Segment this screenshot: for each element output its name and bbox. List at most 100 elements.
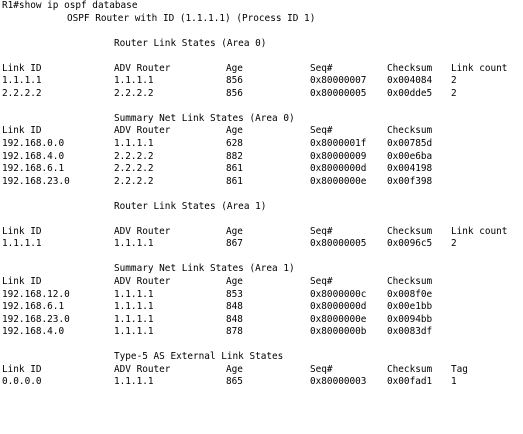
table-cell: 0x0096c5 xyxy=(387,238,433,250)
table-cell: 1.1.1.1 xyxy=(114,301,154,313)
table-cell: 192.168.6.1 xyxy=(2,163,65,175)
table-cell: 192.168.4.0 xyxy=(2,326,65,338)
table-row: 0.0.0.0 1.1.1.1 865 0x80000003 0x00fad1 1 xyxy=(2,376,523,389)
table-cell: 878 xyxy=(226,326,243,338)
column-header-row: Link ID ADV Router Age Seq# Checksum xyxy=(2,276,523,289)
table-cell: 0x8000000d xyxy=(310,163,367,175)
column-header: Age xyxy=(226,62,243,74)
table-cell: 192.168.23.0 xyxy=(2,175,70,187)
section-title-line: Router Link States (Area 0) xyxy=(2,38,523,51)
table-cell: 1.1.1.1 xyxy=(114,288,154,300)
table-cell: 0x8000000e xyxy=(310,313,367,325)
table-cell: 1.1.1.1 xyxy=(2,75,42,87)
table-cell: 0x8000000e xyxy=(310,175,367,187)
column-header: Link ID xyxy=(2,62,42,74)
column-header-row: Link ID ADV Router Age Seq# Checksum Tag xyxy=(2,364,523,377)
column-header: Link count xyxy=(451,225,508,237)
lsa-section: Router Link States (Area 0) Link ID ADV Ro… xyxy=(2,25,523,100)
column-header: ADV Router xyxy=(114,125,171,137)
column-header: Checksum xyxy=(387,62,433,74)
table-cell: 0x00dde5 xyxy=(387,87,433,99)
table-row: 1.1.1.1 1.1.1.1 856 0x80000007 0x004084 2 xyxy=(2,75,523,88)
column-header: Checksum xyxy=(387,125,433,137)
column-header: ADV Router xyxy=(114,62,171,74)
column-header: Seq# xyxy=(310,276,333,288)
column-header: Link count xyxy=(451,62,508,74)
lsa-sections: Router Link States (Area 0) Link ID ADV Ro… xyxy=(2,25,523,389)
table-cell: 882 xyxy=(226,150,243,162)
column-header: Checksum xyxy=(387,363,433,375)
table-cell: 0x8000001f xyxy=(310,138,367,150)
table-cell: 0x00f398 xyxy=(387,175,433,187)
column-header: Seq# xyxy=(310,225,333,237)
table-cell: 867 xyxy=(226,238,243,250)
table-cell: 1 xyxy=(451,376,457,388)
section-title-line: Summary Net Link States (Area 1) xyxy=(2,263,523,276)
table-cell: 0x8000000b xyxy=(310,326,367,338)
column-header: Link ID xyxy=(2,363,42,375)
lsa-section: Summary Net Link States (Area 0) Link ID A… xyxy=(2,100,523,188)
table-cell: 192.168.4.0 xyxy=(2,150,65,162)
table-row: 192.168.4.0 2.2.2.2 882 0x80000009 0x00e6ba xyxy=(2,151,523,164)
table-cell: 0x004198 xyxy=(387,163,433,175)
table-cell: 0x00e6ba xyxy=(387,150,433,162)
table-cell: 856 xyxy=(226,87,243,99)
terminal-output: R1#show ip ospf database OSPF Router wit… xyxy=(2,0,523,434)
table-cell: 0x80000003 xyxy=(310,376,367,388)
lsa-section: Router Link States (Area 1) Link ID ADV Ro… xyxy=(2,188,523,251)
column-header: Age xyxy=(226,276,243,288)
table-cell: 2 xyxy=(451,75,457,87)
section-title-line: Type-5 AS External Link States xyxy=(2,351,523,364)
table-cell: 0x00e1bb xyxy=(387,301,433,313)
prompt-line: R1#show ip ospf database xyxy=(2,0,523,13)
table-cell: 1.1.1.1 xyxy=(114,75,154,87)
table-row: 192.168.23.0 2.2.2.2 861 0x8000000e 0x00f398 xyxy=(2,176,523,189)
table-cell: 0x00fad1 xyxy=(387,376,433,388)
table-row: 192.168.4.0 1.1.1.1 878 0x8000000b 0x0083df xyxy=(2,326,523,339)
ospf-router-title: OSPF Router with ID (1.1.1.1) (Process I… xyxy=(67,12,316,24)
column-header: Seq# xyxy=(310,62,333,74)
table-cell: 628 xyxy=(226,138,243,150)
column-header: ADV Router xyxy=(114,276,171,288)
table-row: 192.168.23.0 1.1.1.1 848 0x8000000e 0x0094bb xyxy=(2,314,523,327)
table-cell: 0.0.0.0 xyxy=(2,376,42,388)
table-cell: 0x80000007 xyxy=(310,75,367,87)
table-cell: 865 xyxy=(226,376,243,388)
section-title: Router Link States (Area 1) xyxy=(114,200,267,212)
column-header: ADV Router xyxy=(114,225,171,237)
column-header: Checksum xyxy=(387,276,433,288)
table-cell: 1.1.1.1 xyxy=(114,138,154,150)
section-title: Router Link States (Area 0) xyxy=(114,37,267,49)
table-cell: 0x004084 xyxy=(387,75,433,87)
column-header: Link ID xyxy=(2,225,42,237)
table-cell: 2.2.2.2 xyxy=(114,163,154,175)
table-row: 192.168.0.0 1.1.1.1 628 0x8000001f 0x00785d xyxy=(2,138,523,151)
column-header-row: Link ID ADV Router Age Seq# Checksum xyxy=(2,125,523,138)
section-title: Type-5 AS External Link States xyxy=(114,351,284,363)
table-cell: 861 xyxy=(226,163,243,175)
table-cell: 192.168.23.0 xyxy=(2,313,70,325)
table-row: 2.2.2.2 2.2.2.2 856 0x80000005 0x00dde5 2 xyxy=(2,88,523,101)
table-cell: 2.2.2.2 xyxy=(2,87,42,99)
column-header: Link ID xyxy=(2,125,42,137)
column-header: Seq# xyxy=(310,125,333,137)
table-cell: 1.1.1.1 xyxy=(114,376,154,388)
column-header: Link ID xyxy=(2,276,42,288)
column-header: Age xyxy=(226,363,243,375)
table-cell: 192.168.0.0 xyxy=(2,138,65,150)
table-cell: 0x80000005 xyxy=(310,238,367,250)
table-cell: 0x80000005 xyxy=(310,87,367,99)
table-cell: 192.168.6.1 xyxy=(2,301,65,313)
table-cell: 0x8000000c xyxy=(310,288,367,300)
table-cell: 2.2.2.2 xyxy=(114,87,154,99)
table-cell: 2.2.2.2 xyxy=(114,150,154,162)
table-cell: 0x8000000d xyxy=(310,301,367,313)
lsa-section: Summary Net Link States (Area 1) Link ID A… xyxy=(2,251,523,339)
table-cell: 0x0083df xyxy=(387,326,433,338)
column-header: Age xyxy=(226,225,243,237)
